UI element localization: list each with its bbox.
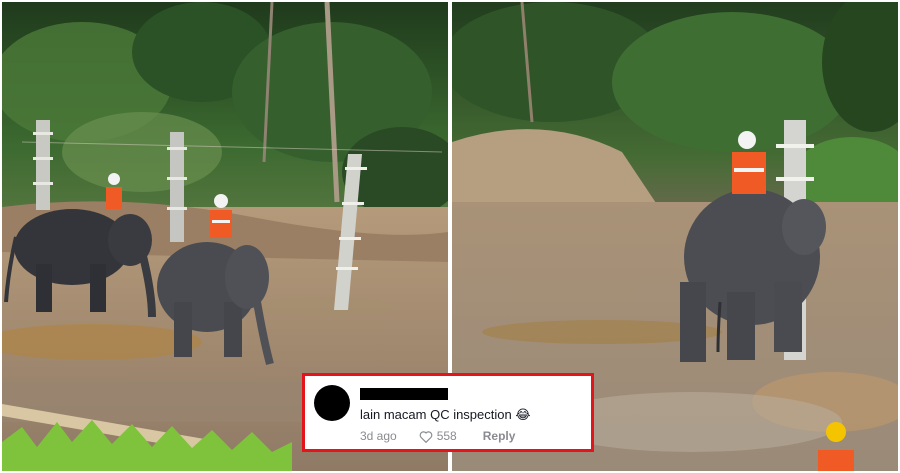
like-count: 558 bbox=[436, 429, 457, 443]
comment-card: lain macam QC inspection 😂 3d ago 558 Re… bbox=[302, 373, 594, 452]
heart-icon bbox=[419, 430, 433, 443]
comment-text: lain macam QC inspection 😂 bbox=[360, 407, 531, 422]
redacted-username bbox=[360, 388, 448, 400]
reply-button[interactable]: Reply bbox=[483, 429, 516, 443]
concrete-pole bbox=[167, 132, 187, 242]
comment-time: 3d ago bbox=[360, 429, 397, 443]
concrete-pole bbox=[33, 120, 53, 210]
like-button[interactable]: 558 bbox=[419, 429, 457, 443]
mahout-rider bbox=[106, 173, 122, 209]
avatar[interactable] bbox=[314, 385, 350, 421]
comment-meta: 3d ago 558 Reply bbox=[360, 429, 515, 443]
